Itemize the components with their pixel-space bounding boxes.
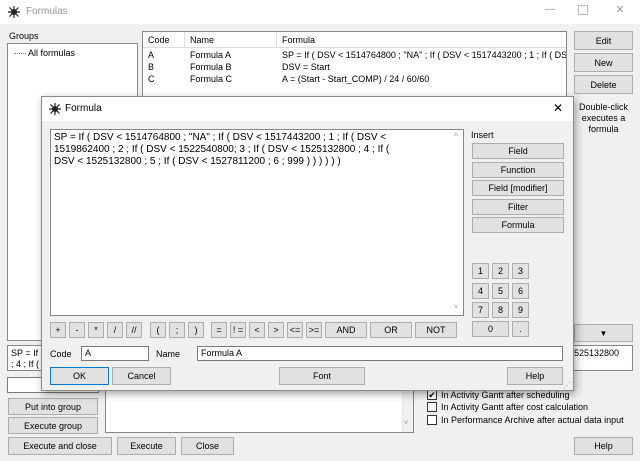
key-2[interactable]: 2 <box>492 263 509 279</box>
checkbox-box[interactable] <box>427 402 437 412</box>
operator-greater-equal-button[interactable]: >= <box>306 322 322 338</box>
code-field[interactable]: A <box>81 346 149 361</box>
checkbox-after-cost-calculation[interactable]: In Activity Gantt after cost calculation <box>427 402 588 412</box>
column-header-name[interactable]: Name <box>185 32 277 48</box>
description-scrollbar[interactable]: ˄ ˅ <box>402 386 413 432</box>
formula-editor[interactable]: SP = If ( DSV < 1514764800 ; "NA" ; If (… <box>50 129 464 316</box>
dialog-close-icon[interactable]: ✕ <box>550 101 566 115</box>
dialog-titlebar: Formula ✕ <box>42 97 573 121</box>
open-paren-button[interactable]: ( <box>150 322 166 338</box>
insert-label: Insert <box>471 130 494 140</box>
operator-equals-button[interactable]: = <box>211 322 227 338</box>
table-row[interactable]: A Formula A SP = If ( DSV < 1514764800 ;… <box>143 50 566 62</box>
operator-minus-button[interactable]: - <box>69 322 85 338</box>
key-9[interactable]: 9 <box>512 302 529 318</box>
groups-label: Groups <box>9 31 39 41</box>
semicolon-button[interactable]: ; <box>169 322 185 338</box>
maximize-icon[interactable] <box>578 5 588 15</box>
main-titlebar: Formulas — ✕ <box>0 0 640 24</box>
execute-and-close-button[interactable]: Execute and close <box>8 437 112 455</box>
put-into-group-button[interactable]: Put into group <box>8 398 98 415</box>
resize-grip-icon[interactable]: ⋰ <box>563 381 571 390</box>
key-4[interactable]: 4 <box>472 283 489 299</box>
dialog-help-button[interactable]: Help <box>507 367 563 385</box>
new-button[interactable]: New <box>574 53 633 72</box>
edit-button[interactable]: Edit <box>574 31 633 50</box>
operator-plus-button[interactable]: + <box>50 322 66 338</box>
operator-int-divide-button[interactable]: // <box>126 322 142 338</box>
preview-text-left-2: ; 4 ; If ( <box>11 359 40 369</box>
delete-button[interactable]: Delete <box>574 75 633 94</box>
formula-line: SP = If ( DSV < 1514764800 ; "NA" ; If (… <box>54 132 387 143</box>
key-dot[interactable]: . <box>512 321 529 337</box>
key-7[interactable]: 7 <box>472 302 489 318</box>
and-button[interactable]: AND <box>325 322 367 338</box>
help-button[interactable]: Help <box>574 437 633 455</box>
dropdown-button[interactable]: ▼ <box>574 324 633 342</box>
preview-text-left: SP = If <box>11 348 39 358</box>
font-button[interactable]: Font <box>279 367 365 385</box>
column-header-code[interactable]: Code <box>143 32 185 48</box>
code-label: Code <box>50 349 72 359</box>
table-header: Code Name Formula <box>143 32 566 48</box>
key-6[interactable]: 6 <box>512 283 529 299</box>
main-window-title: Formulas <box>26 6 68 17</box>
formula-line: 1519862400 ; 2 ; If ( DSV < 1522540800; … <box>54 144 390 155</box>
preview-text-right: 525132800 <box>574 348 620 358</box>
key-8[interactable]: 8 <box>492 302 509 318</box>
close-button[interactable]: Close <box>181 437 234 455</box>
formula-dialog: Formula ✕ SP = If ( DSV < 1514764800 ; "… <box>41 96 574 391</box>
operator-less-button[interactable]: < <box>249 322 265 338</box>
name-field[interactable]: Formula A <box>197 346 563 361</box>
name-label: Name <box>156 349 181 359</box>
or-button[interactable]: OR <box>370 322 412 338</box>
column-header-formula[interactable]: Formula <box>277 32 566 48</box>
operator-less-equal-button[interactable]: <= <box>287 322 303 338</box>
minimize-icon[interactable]: — <box>540 4 560 18</box>
scroll-down-icon[interactable]: ˅ <box>404 420 408 427</box>
tree-item-all-formulas[interactable]: All formulas <box>14 48 75 58</box>
execute-button[interactable]: Execute <box>117 437 176 455</box>
insert-field-modifier-button[interactable]: Field [modifier] <box>472 180 564 196</box>
dialog-logo-icon <box>49 103 61 115</box>
insert-field-button[interactable]: Field <box>472 143 564 159</box>
app-logo-icon <box>8 6 20 18</box>
insert-formula-button[interactable]: Formula <box>472 217 564 233</box>
operator-multiply-button[interactable]: * <box>88 322 104 338</box>
dropdown-arrow-icon: ▼ <box>599 328 608 338</box>
close-paren-button[interactable]: ) <box>188 322 204 338</box>
checkbox-after-scheduling[interactable]: ✔ In Activity Gantt after scheduling <box>427 390 570 400</box>
not-button[interactable]: NOT <box>415 322 457 338</box>
checkbox-box[interactable] <box>427 415 437 425</box>
operator-not-equals-button[interactable]: ! = <box>230 322 246 338</box>
cancel-button[interactable]: Cancel <box>112 367 171 385</box>
checkbox-box[interactable]: ✔ <box>427 390 437 400</box>
dialog-title: Formula <box>65 103 102 114</box>
key-1[interactable]: 1 <box>472 263 489 279</box>
operator-greater-button[interactable]: > <box>268 322 284 338</box>
execute-group-button[interactable]: Execute group <box>8 417 98 434</box>
formula-line: DSV < 1525132800 ; 5 ; If ( DSV < 152781… <box>54 156 341 167</box>
key-5[interactable]: 5 <box>492 283 509 299</box>
scroll-down-icon[interactable]: ˅ <box>454 302 458 314</box>
insert-filter-button[interactable]: Filter <box>472 199 564 215</box>
window-close-icon[interactable]: ✕ <box>612 3 628 16</box>
operator-divide-button[interactable]: / <box>107 322 123 338</box>
editor-scrollbar[interactable]: ˄ ˅ <box>452 130 463 315</box>
table-row[interactable]: B Formula B DSV = Start <box>143 62 566 74</box>
tree-branch-line <box>14 53 26 55</box>
key-3[interactable]: 3 <box>512 263 529 279</box>
scroll-up-icon[interactable]: ˄ <box>454 130 458 142</box>
insert-function-button[interactable]: Function <box>472 162 564 178</box>
description-box[interactable]: ˄ ˅ <box>105 385 414 433</box>
ok-button[interactable]: OK <box>50 367 109 385</box>
key-0[interactable]: 0 <box>472 321 509 337</box>
double-click-hint: Double-click executes a formula <box>578 102 629 134</box>
table-row[interactable]: C Formula C A = (Start - Start_COMP) / 2… <box>143 74 566 86</box>
checkbox-after-actual-data[interactable]: In Performance Archive after actual data… <box>427 415 624 425</box>
